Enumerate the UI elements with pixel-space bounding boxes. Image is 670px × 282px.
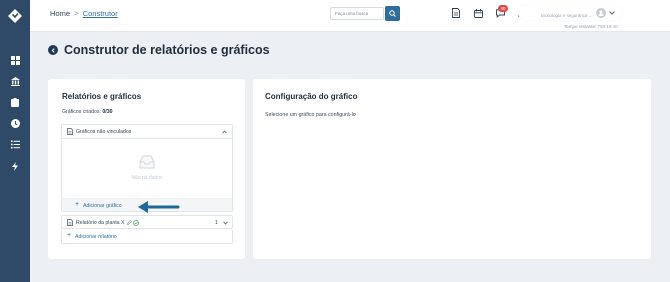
sidebar: [0, 0, 30, 282]
chevron-down-icon[interactable]: [223, 221, 228, 225]
report-chart-count: 1: [215, 220, 218, 226]
empty-text: Não há dados: [131, 175, 163, 181]
avatar[interactable]: [596, 8, 606, 18]
add-chart-label: Adicionar gráfico: [83, 203, 122, 209]
breadcrumb: Home > Construtor: [50, 9, 118, 18]
document-icon: [67, 219, 73, 226]
reports-card: Relatórios e gráficos Gráficos criados: …: [48, 79, 245, 259]
app-logo-icon[interactable]: [7, 8, 23, 24]
building-icon[interactable]: [9, 75, 21, 87]
search-input[interactable]: [330, 7, 384, 20]
search-icon: [389, 10, 396, 17]
page-title: Construtor de relatórios e gráficos: [64, 43, 270, 57]
unlinked-charts-panel: Gráficos não vinculados Não há dados + A…: [61, 124, 233, 212]
search-button[interactable]: [385, 6, 400, 21]
lightning-icon[interactable]: [9, 160, 21, 172]
unlinked-charts-header[interactable]: Gráficos não vinculados: [62, 125, 232, 139]
calendar-icon[interactable]: [472, 7, 484, 19]
chart-config-title: Configuração do gráfico: [265, 92, 358, 101]
back-button[interactable]: [48, 45, 58, 55]
plus-icon: +: [75, 201, 80, 208]
document-icon: [67, 128, 73, 135]
notification-badge: 40: [498, 5, 508, 12]
clock-icon[interactable]: [9, 117, 21, 129]
dashboard-icon[interactable]: [9, 54, 21, 66]
time-label: Tempo restante:: [564, 24, 597, 29]
breadcrumb-current[interactable]: Construtor: [83, 9, 118, 18]
reports-card-title: Relatórios e gráficos: [62, 92, 142, 101]
add-report-label: Adicionar relatório: [75, 233, 117, 240]
edit-pencil-icon[interactable]: [127, 220, 132, 225]
user-icon: [598, 10, 604, 16]
report-row[interactable]: Relatório da planta X 1: [61, 215, 233, 229]
chevron-left-icon: [51, 47, 55, 53]
breadcrumb-separator: >: [74, 9, 79, 18]
empty-state: Não há dados: [62, 139, 232, 198]
add-report-button[interactable]: + Adicionar relatório: [61, 230, 233, 244]
chart-config-card: Configuração do gráfico Selecione um grá…: [253, 79, 651, 259]
chevron-up-icon: [222, 130, 227, 134]
charts-count-label: Gráficos criados:: [62, 109, 101, 115]
plus-icon: +: [67, 231, 72, 239]
list-icon[interactable]: [9, 138, 21, 150]
charts-count: Gráficos criados: 0/30: [62, 109, 112, 115]
report-name: Relatório da planta X: [76, 220, 125, 226]
check-circle-icon: [133, 219, 139, 226]
unlinked-charts-label: Gráficos não vinculados: [76, 129, 132, 135]
document-icon[interactable]: [450, 7, 462, 19]
clipboard-icon[interactable]: [9, 96, 21, 108]
empty-inbox-icon: [139, 155, 155, 169]
chevron-down-icon[interactable]: [609, 11, 615, 15]
time-value: 759:19:40: [597, 24, 618, 29]
chart-config-hint: Selecione um gráfico para configurá-lo: [265, 112, 356, 118]
charts-count-value: 0/30: [102, 109, 113, 115]
arrow-left-icon: [138, 201, 180, 213]
remaining-time: Tempo restante: 759:19:40: [564, 24, 618, 29]
user-name: tecnologia e segurança ...: [541, 13, 593, 18]
breadcrumb-home[interactable]: Home: [50, 9, 70, 18]
